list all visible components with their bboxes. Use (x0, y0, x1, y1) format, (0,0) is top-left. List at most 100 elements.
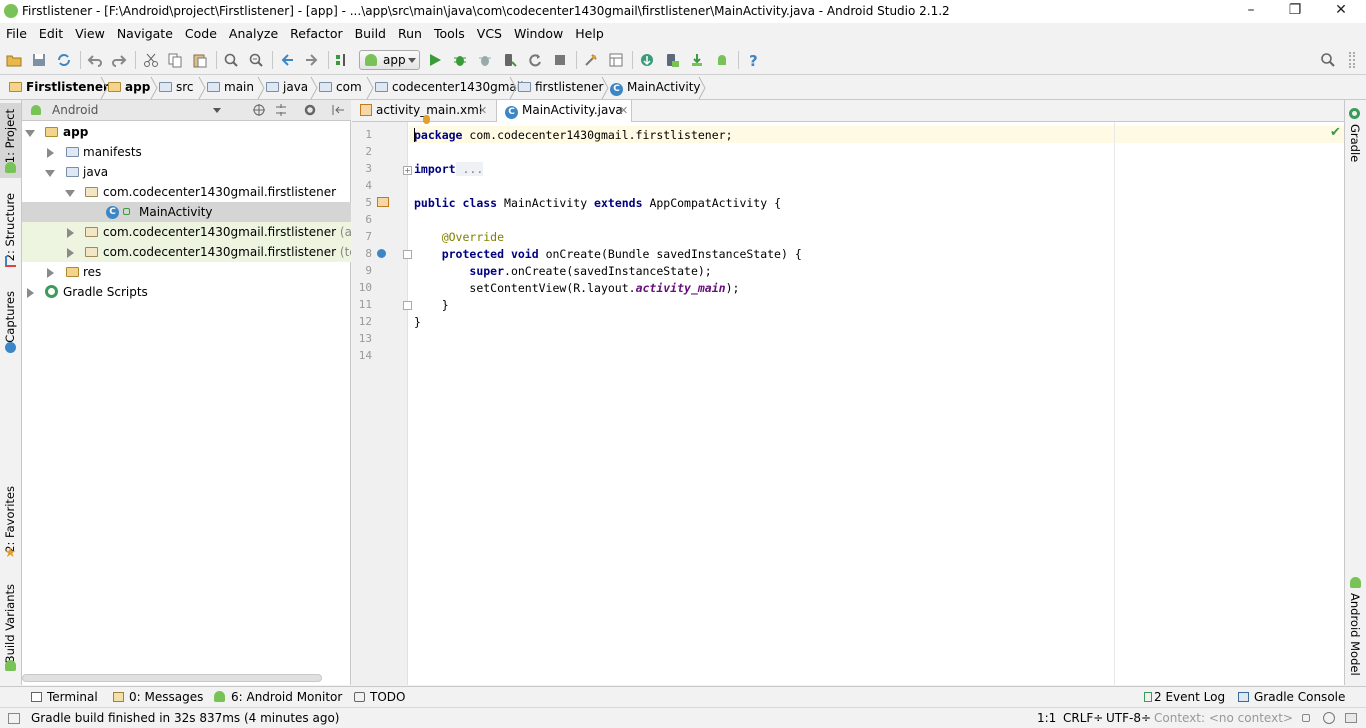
expand-toggle-icon[interactable] (65, 190, 75, 197)
expand-toggle-icon[interactable] (47, 268, 54, 278)
android-monitor-tool-tab[interactable]: 6: Android Monitor (214, 690, 342, 704)
fold-marker-icon[interactable] (403, 250, 412, 259)
expand-toggle-icon[interactable] (67, 248, 74, 258)
code-editor[interactable]: 1 2 3 4 5 6 7 8 9 10 11 12 13 14 + packa… (352, 115, 1344, 685)
breadcrumb-item[interactable]: main (207, 80, 254, 94)
tree-node-package[interactable]: com.codecenter1430gmail.firstlistener (22, 182, 351, 202)
build-variants-tool-tab[interactable]: Build Variants (0, 581, 21, 671)
caret-position[interactable]: 1:1 (1037, 711, 1056, 725)
debug-icon[interactable] (452, 52, 468, 68)
todo-tool-tab[interactable]: TODO (354, 690, 405, 704)
intention-bulb-icon[interactable] (423, 115, 430, 124)
breadcrumb-item[interactable]: app (108, 80, 150, 94)
project-tool-tab[interactable]: 1: Project (0, 103, 21, 178)
event-indicator-icon[interactable] (1345, 713, 1357, 723)
restore-button[interactable]: ❐ (1272, 0, 1318, 23)
override-marker-icon[interactable] (377, 249, 386, 258)
replace-icon[interactable] (248, 52, 264, 68)
hector-icon[interactable] (1323, 712, 1335, 724)
breadcrumb-item[interactable]: java (266, 80, 308, 94)
menu-run[interactable]: Run (392, 23, 428, 45)
breadcrumb-item[interactable]: firstlistener (518, 80, 603, 94)
layout-file-marker-icon[interactable] (377, 197, 389, 207)
tree-node-java[interactable]: java (22, 162, 351, 182)
attach-debugger-icon[interactable] (502, 52, 518, 68)
menu-analyze[interactable]: Analyze (223, 23, 284, 45)
tree-node-gradle-scripts[interactable]: Gradle Scripts (22, 282, 351, 302)
gear-icon[interactable] (303, 103, 317, 117)
open-folder-icon[interactable] (6, 52, 22, 68)
structure-tool-tab[interactable]: 2: Structure (0, 190, 21, 270)
breadcrumb-item[interactable]: com (319, 80, 362, 94)
avd-manager-icon[interactable] (664, 52, 680, 68)
tool-windows-toggle-icon[interactable] (8, 713, 20, 724)
tree-node-manifests[interactable]: manifests (22, 142, 351, 162)
help-icon[interactable]: ? (745, 52, 761, 68)
cut-icon[interactable] (143, 52, 159, 68)
horizontal-scrollbar[interactable] (22, 674, 322, 682)
close-icon[interactable]: ✕ (478, 100, 487, 121)
forward-icon[interactable] (304, 52, 320, 68)
file-encoding[interactable]: UTF-8÷ (1106, 711, 1151, 725)
sync-gradle-icon[interactable] (639, 52, 655, 68)
menu-build[interactable]: Build (349, 23, 392, 45)
expand-toggle-icon[interactable] (45, 170, 55, 177)
coverage-icon[interactable] (477, 52, 493, 68)
search-everywhere-icon[interactable] (1320, 52, 1336, 68)
expand-toggle-icon[interactable] (67, 228, 74, 238)
expand-toggle-icon[interactable] (27, 288, 34, 298)
rerun-icon[interactable] (527, 52, 543, 68)
gradle-console-tool-tab[interactable]: Gradle Console (1238, 690, 1345, 704)
expand-toggle-icon[interactable] (47, 148, 54, 158)
event-log-tool-tab[interactable]: 2 Event Log (1144, 690, 1225, 704)
tree-node-package-androidtest[interactable]: com.codecenter1430gmail.firstlistener (a… (22, 222, 351, 242)
captures-tool-tab[interactable]: Captures (0, 288, 21, 358)
line-separator[interactable]: CRLF÷ (1063, 711, 1103, 725)
stop-icon[interactable] (552, 52, 568, 68)
sdk-manager-icon[interactable] (689, 52, 705, 68)
tree-node-mainactivity[interactable]: C MainActivity (22, 202, 351, 222)
favorites-tool-tab[interactable]: 2: Favorites ★ (0, 483, 21, 563)
collapse-all-icon[interactable] (274, 103, 288, 117)
android-device-monitor-icon[interactable] (714, 52, 730, 68)
breadcrumb-item[interactable]: codecenter1430gmail (375, 80, 523, 94)
status-message[interactable]: Gradle build finished in 32s 837ms (4 mi… (31, 711, 340, 725)
save-all-icon[interactable] (31, 52, 47, 68)
expand-toggle-icon[interactable] (25, 130, 35, 137)
sync-icon[interactable] (56, 52, 72, 68)
menu-code[interactable]: Code (179, 23, 223, 45)
project-structure-icon[interactable] (583, 52, 599, 68)
breadcrumb-item[interactable]: C MainActivity (610, 80, 701, 96)
hide-panel-icon[interactable] (331, 103, 345, 117)
close-button[interactable]: ✕ (1318, 0, 1364, 23)
menu-file[interactable]: File (0, 23, 33, 45)
fold-marker-icon[interactable] (403, 301, 412, 310)
menu-vcs[interactable]: VCS (471, 23, 508, 45)
minimize-button[interactable]: – (1228, 0, 1274, 23)
tab-mainactivity-java[interactable]: C MainActivity.java ✕ (496, 100, 632, 123)
run-config-selector[interactable]: app (359, 50, 420, 70)
lock-icon[interactable] (1302, 714, 1310, 722)
find-icon[interactable] (223, 52, 239, 68)
menu-tools[interactable]: Tools (428, 23, 471, 45)
menu-edit[interactable]: Edit (33, 23, 69, 45)
terminal-tool-tab[interactable]: Terminal (31, 690, 98, 704)
close-icon[interactable]: ✕ (619, 100, 628, 121)
back-icon[interactable] (279, 52, 295, 68)
android-model-tool-tab[interactable]: Android Model (1345, 577, 1366, 676)
redo-icon[interactable] (111, 52, 127, 68)
breadcrumb-item[interactable]: Firstlistener (9, 80, 109, 94)
menu-view[interactable]: View (69, 23, 111, 45)
messages-tool-tab[interactable]: 0: Messages (113, 690, 203, 704)
breadcrumb-item[interactable]: src (159, 80, 194, 94)
tree-node-package-test[interactable]: com.codecenter1430gmail.firstlistener (t… (22, 242, 351, 262)
tree-node-app[interactable]: app (22, 122, 351, 142)
paste-icon[interactable] (192, 52, 208, 68)
make-project-icon[interactable] (334, 52, 350, 68)
inspection-ok-icon[interactable]: ✔ (1330, 125, 1341, 140)
undo-icon[interactable] (87, 52, 103, 68)
run-icon[interactable] (427, 52, 443, 68)
project-settings-icon[interactable] (608, 52, 624, 68)
copy-icon[interactable] (167, 52, 183, 68)
menu-navigate[interactable]: Navigate (111, 23, 179, 45)
